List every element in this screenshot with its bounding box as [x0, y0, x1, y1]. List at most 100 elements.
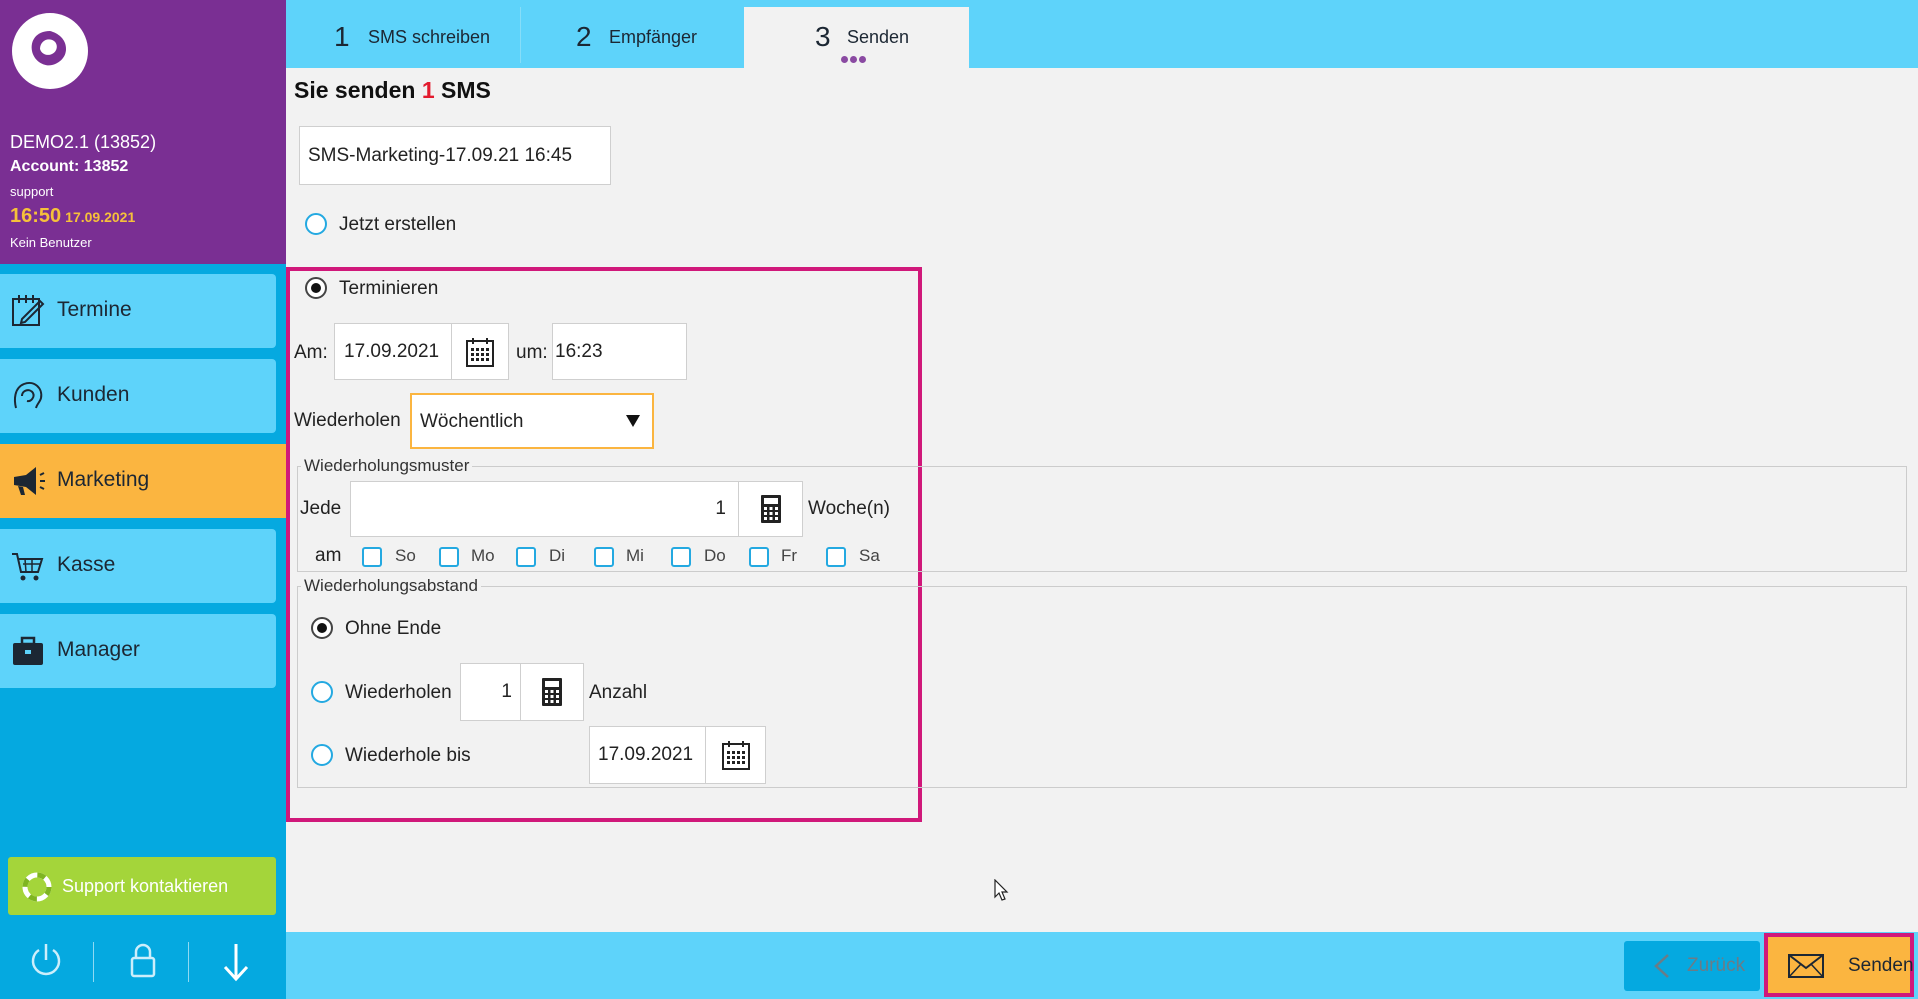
account-panel: DEMO2.1 (13852) Account: 13852 support 1… [0, 0, 286, 264]
sidebar-item-label: Marketing [57, 468, 150, 491]
send-button[interactable]: Senden [1764, 933, 1914, 997]
weekday-checkbox-mo[interactable] [439, 547, 459, 567]
repeat-label: Wiederholen [294, 410, 401, 431]
no-end-radio[interactable] [311, 617, 333, 639]
weekday-sa-label: Sa [859, 546, 880, 565]
repeat-pattern-title: Wiederholungsmuster [301, 456, 473, 476]
send-label: Senden [1848, 955, 1914, 976]
sidebar-item-kunden[interactable]: Kunden [0, 359, 276, 433]
sidebar-item-label: Kunden [57, 383, 130, 406]
envelope-icon [1788, 954, 1824, 978]
customer-head-icon [14, 382, 43, 409]
sidebar-item-termine[interactable]: Termine [0, 274, 276, 348]
sidebar-item-manager[interactable]: Manager [0, 614, 276, 688]
sidebar-item-label: Manager [57, 638, 140, 661]
date-label: Am: [294, 342, 328, 363]
dropdown-arrow-icon [626, 415, 640, 427]
every-label: Jede [300, 498, 342, 519]
calculator-icon [542, 678, 562, 706]
calendar-icon [721, 741, 750, 770]
weekday-mo-label: Mo [471, 546, 495, 565]
tab-senden[interactable]: 3 Senden [744, 7, 969, 68]
time-field[interactable]: 16:23 [552, 323, 687, 380]
time-label: um: [516, 342, 548, 363]
tab-number: 2 [576, 21, 592, 52]
sidebar-item-kasse[interactable]: Kasse [0, 529, 276, 603]
repeat-until-label: Wiederhole bis [345, 745, 471, 766]
weekday-checkbox-fr[interactable] [749, 547, 769, 567]
weekday-checkbox-sa[interactable] [826, 547, 846, 567]
repeat-count-field[interactable]: 1 [460, 663, 521, 721]
repeat-until-radio[interactable] [311, 744, 333, 766]
repeat-count-label: Wiederholen [345, 682, 452, 703]
sidebar-item-label: Termine [57, 298, 132, 321]
now-radio[interactable] [305, 213, 327, 235]
weekday-do-label: Do [704, 546, 726, 565]
repeat-count-radio[interactable] [311, 681, 333, 703]
account-id: Account: 13852 [10, 158, 129, 175]
clock-date: 17.09.2021 [65, 209, 136, 225]
numpad-button[interactable] [738, 481, 803, 537]
calendar-icon [466, 337, 494, 367]
back-button[interactable]: Zurück [1624, 941, 1760, 991]
logo-icon [31, 31, 66, 66]
no-end-label: Ohne Ende [345, 618, 442, 639]
megaphone-icon [14, 467, 45, 495]
tab-label: Senden [847, 27, 910, 47]
weekday-label: am [315, 545, 342, 566]
support-button[interactable]: Support kontaktieren [8, 857, 276, 915]
divider [93, 942, 94, 982]
briefcase-icon [13, 636, 43, 665]
sidebar-item-marketing[interactable]: Marketing [0, 444, 286, 518]
weekday-mi-label: Mi [626, 546, 644, 565]
weekday-checkbox-di[interactable] [516, 547, 536, 567]
repeat-until-date-field[interactable]: 17.09.2021 [589, 726, 706, 784]
power-icon[interactable] [28, 940, 64, 980]
tab-label: SMS schreiben [368, 27, 491, 47]
weekday-checkbox-so[interactable] [362, 547, 382, 567]
calendar-edit-icon [12, 295, 45, 326]
weekday-fr-label: Fr [781, 546, 798, 565]
lifebuoy-icon [22, 872, 52, 902]
tab-empfaenger[interactable]: 2 Empfänger [521, 7, 743, 68]
chevron-left-icon [1654, 954, 1669, 978]
weekday-di-label: Di [549, 546, 566, 565]
clock-time: 16:50 [10, 205, 62, 227]
every-interval-field[interactable]: 1 [350, 481, 739, 537]
download-arrow-icon[interactable] [220, 940, 252, 984]
campaign-name-field[interactable]: SMS-Marketing-17.09.21 16:45 [299, 126, 611, 185]
support-label: Support kontaktieren [62, 876, 229, 896]
shopping-cart-icon [12, 553, 44, 581]
schedule-radio[interactable] [305, 277, 327, 299]
progress-dots [841, 50, 868, 68]
date-picker-button[interactable] [451, 323, 509, 380]
count-unit-label: Anzahl [589, 682, 648, 703]
page-title: Sie senden 1 SMS [294, 77, 491, 103]
numpad-button[interactable] [520, 663, 584, 721]
calculator-icon [760, 495, 781, 523]
account-user: support [10, 184, 54, 199]
weekday-checkbox-mi[interactable] [594, 547, 614, 567]
repeat-select[interactable]: Wöchentlich [410, 393, 654, 449]
date-field[interactable]: 17.09.2021 [334, 323, 452, 380]
tab-label: Empfänger [609, 27, 698, 47]
divider [188, 942, 189, 982]
now-label: Jetzt erstellen [339, 214, 457, 235]
clock: 16:50 17.09.2021 [10, 205, 135, 228]
repeat-range-title: Wiederholungsabstand [301, 576, 481, 596]
account-name: DEMO2.1 (13852) [10, 132, 157, 152]
weekday-checkbox-do[interactable] [671, 547, 691, 567]
interval-unit: Woche(n) [808, 498, 891, 519]
app-logo [12, 13, 88, 89]
sms-count: 1 [421, 77, 435, 103]
mouse-cursor-icon [994, 879, 1009, 901]
back-label: Zurück [1687, 955, 1746, 976]
sidebar: DEMO2.1 (13852) Account: 13852 support 1… [0, 0, 286, 999]
sidebar-item-label: Kasse [57, 553, 116, 576]
lock-icon[interactable] [127, 940, 159, 980]
tab-number: 1 [334, 21, 350, 52]
current-employee: Kein Benutzer [10, 235, 92, 250]
tab-sms-schreiben[interactable]: 1 SMS schreiben [286, 7, 520, 68]
date-picker-button[interactable] [705, 726, 766, 784]
tab-number: 3 [815, 21, 831, 52]
